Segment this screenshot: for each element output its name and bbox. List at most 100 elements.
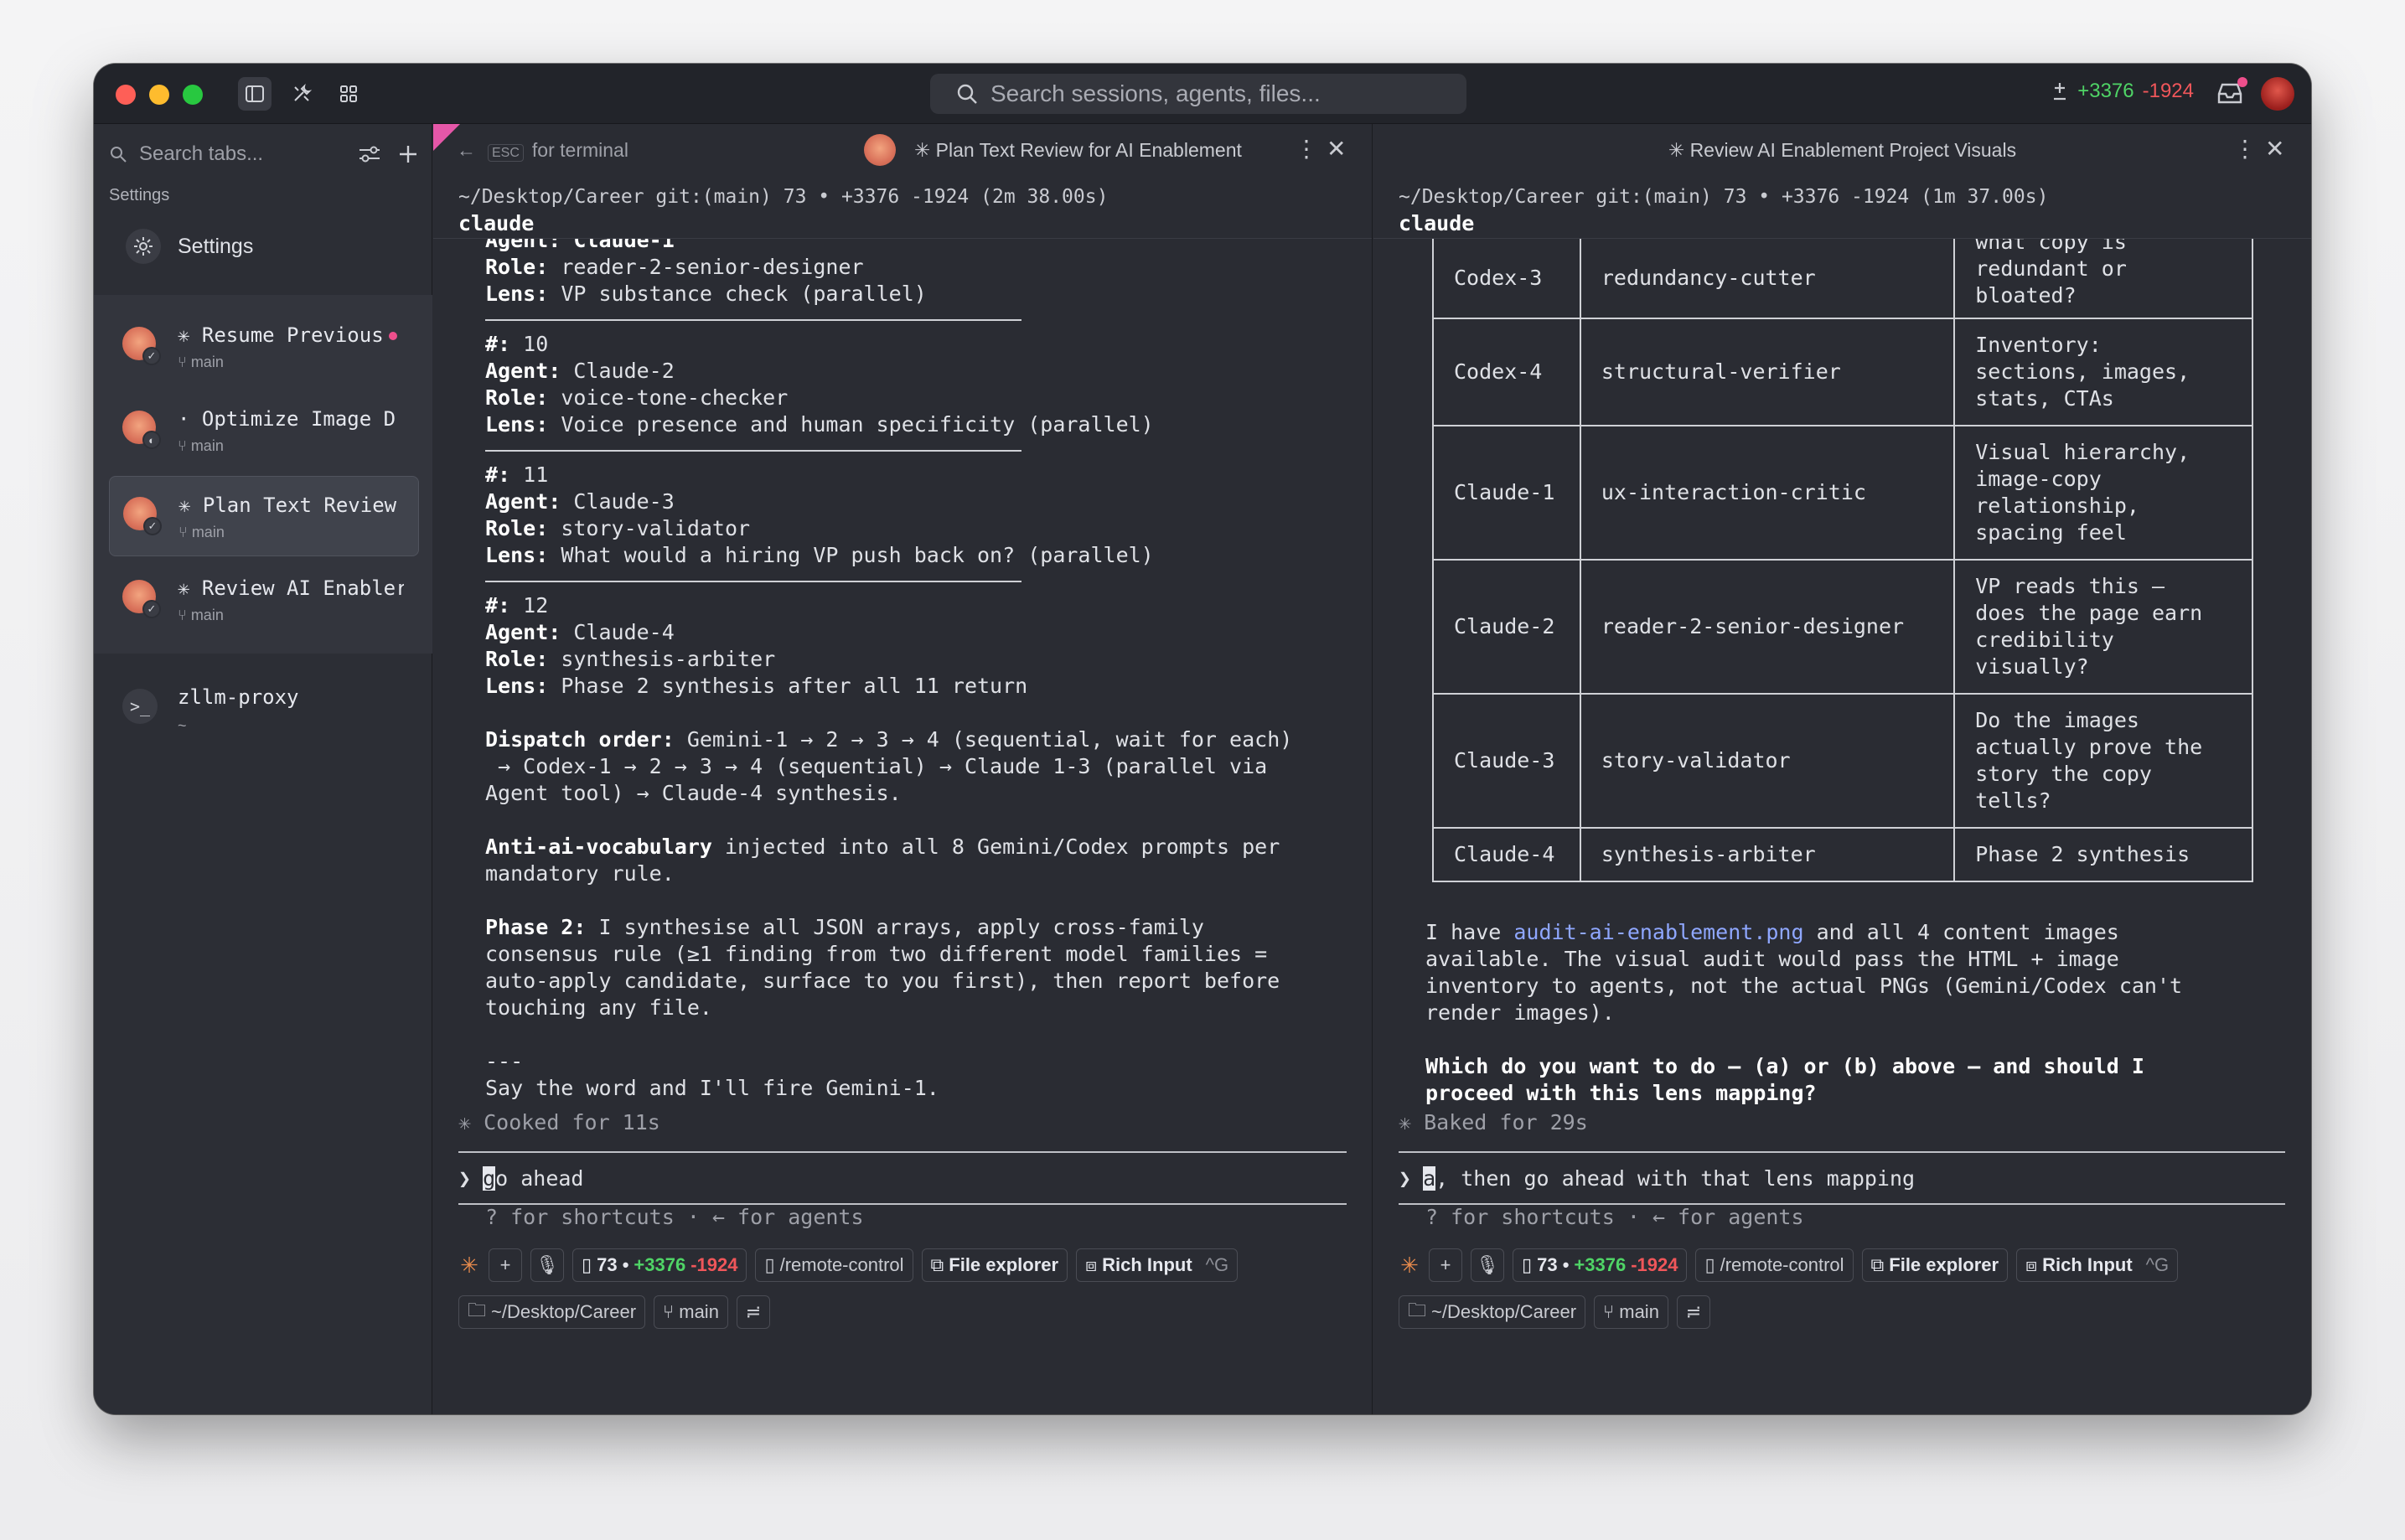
- session-item-resume-previous[interactable]: ✓ ✳ Resume Previous ⑂ main: [109, 307, 419, 387]
- mic-button[interactable]: 🎙: [530, 1248, 564, 1282]
- spark-icon: ✳: [460, 1252, 478, 1278]
- esc-key: ESC: [488, 144, 524, 162]
- summary-paragraph: I have audit-ai-enablement.png and all 4…: [1425, 919, 2182, 1107]
- directory-chip[interactable]: 🗀 ~/Desktop/Career: [1399, 1295, 1586, 1329]
- section-label: Settings: [109, 186, 170, 204]
- lens-label: Lens:: [485, 282, 549, 306]
- table-cell-lens: Visual hierarchy, image-copy relationshi…: [1953, 425, 2253, 561]
- num-label: #:: [485, 332, 511, 356]
- rich-input-button[interactable]: ⧈ Rich Input ^G: [1076, 1248, 1239, 1282]
- file-explorer-button[interactable]: ⧉ File explorer: [1861, 1248, 2009, 1282]
- num-label: #:: [485, 463, 511, 487]
- table-row: Codex-4 structural-verifier Inventory: s…: [1432, 318, 2253, 426]
- para-line-4: render images).: [1425, 1000, 1615, 1025]
- changes-chip[interactable]: ▯ 73 • +3376 -1924: [1513, 1248, 1688, 1282]
- lens-label: Lens:: [485, 674, 549, 698]
- tab-search-input[interactable]: Search tabs...: [109, 137, 419, 171]
- table-row: Claude-3 story-validator Do the images a…: [1432, 693, 2253, 829]
- minimize-window-button[interactable]: [149, 85, 169, 105]
- left-prompt-input[interactable]: ❯ g o ahead: [458, 1151, 1347, 1205]
- audit-file-link[interactable]: audit-ai-enablement.png: [1513, 920, 1803, 944]
- tools-icon[interactable]: [285, 77, 318, 111]
- num-label: #:: [485, 593, 511, 618]
- role-label: Role:: [485, 385, 549, 410]
- check-icon: ✓: [142, 347, 161, 365]
- file-explorer-label: File explorer: [1889, 1254, 1999, 1275]
- folder-icon: 🗀: [1408, 1300, 1427, 1320]
- remote-control-button[interactable]: ▯/remote-control: [755, 1248, 913, 1282]
- more-menu-icon[interactable]: ⋮: [2233, 137, 2257, 161]
- gear-icon: [126, 229, 161, 264]
- settings-toggle-button[interactable]: ≓: [1676, 1295, 1710, 1329]
- global-search-input[interactable]: Search sessions, agents, files...: [930, 74, 1466, 114]
- directory-chip[interactable]: 🗀 ~/Desktop/Career: [458, 1295, 646, 1329]
- close-pane-icon[interactable]: ✕: [1327, 137, 1346, 161]
- add-button[interactable]: +: [489, 1248, 522, 1282]
- phase2-text-3: auto-apply candidate, surface to you fir…: [485, 969, 1280, 993]
- agent-value: Claude-3: [561, 489, 675, 514]
- dispatch-text-1: Gemini-1 → 2 → 3 → 4 (sequential, wait f…: [674, 727, 1293, 752]
- session-title: · Optimize Image D: [178, 407, 396, 431]
- left-status: ✳ Cooked for 11s: [458, 1110, 660, 1134]
- right-agent-name: claude: [1399, 211, 1475, 235]
- question-line-1: Which do you want to do — (a) or (b) abo…: [1425, 1054, 2144, 1078]
- table-cell-role: redundancy-cutter: [1579, 239, 1956, 319]
- more-menu-icon[interactable]: ⋮: [1295, 137, 1318, 161]
- new-tab-icon[interactable]: [397, 143, 419, 165]
- dispatch-label: Dispatch order:: [485, 727, 675, 752]
- mic-icon: 🎙: [1476, 1254, 1499, 1275]
- rich-input-button[interactable]: ⧈ Rich Input ^G: [2016, 1248, 2179, 1282]
- prompt-text: , then go ahead with that lens mapping: [1435, 1165, 1916, 1191]
- sliders-icon: ≓: [1685, 1301, 1702, 1322]
- left-hint: ? for shortcuts · ← for agents: [485, 1205, 864, 1229]
- changes-chip[interactable]: ▯ 73 • +3376 -1924: [572, 1248, 747, 1282]
- right-context-bar: 🗀 ~/Desktop/Career ⑂ main ≓: [1399, 1295, 1710, 1329]
- grid-icon[interactable]: [332, 77, 365, 111]
- diff-summary[interactable]: +3376 -1924: [2051, 80, 2194, 103]
- file-explorer-button[interactable]: ⧉ File explorer: [921, 1248, 1068, 1282]
- session-item-optimize-image[interactable]: ◐ · Optimize Image D ⑂ main: [109, 390, 419, 471]
- right-prompt-input[interactable]: ❯ a, then go ahead with that lens mapping: [1399, 1151, 2285, 1205]
- close-window-button[interactable]: [116, 85, 136, 105]
- remote-control-button[interactable]: ▯/remote-control: [1695, 1248, 1854, 1282]
- add-button[interactable]: +: [1429, 1248, 1462, 1282]
- session-item-review-ai-enablement[interactable]: ✓ ✳ Review AI Enabler ⑂ main: [109, 560, 419, 640]
- right-toolbar: ✳ + 🎙 ▯ 73 • +3376 -1924 ▯/remote-contro…: [1399, 1248, 2179, 1282]
- horizontal-rule-text: ---: [485, 1049, 524, 1073]
- rich-input-icon: ⧈: [1085, 1254, 1098, 1275]
- session-title: ✳ Review AI Enabler: [178, 576, 404, 600]
- role-value: story-validator: [548, 516, 751, 540]
- branch-label: main: [1619, 1301, 1659, 1322]
- session-branch: main: [191, 524, 225, 540]
- left-context-bar: 🗀 ~/Desktop/Career ⑂ main ≓: [458, 1295, 770, 1329]
- close-pane-icon[interactable]: ✕: [2265, 137, 2284, 161]
- phase2-text-4: touching any file.: [485, 995, 712, 1020]
- role-label: Role:: [485, 255, 549, 279]
- partial-agent-line: Agent: Claude-1: [485, 238, 675, 252]
- user-avatar[interactable]: [2261, 77, 2294, 111]
- para-line-2: available. The visual audit would pass t…: [1425, 947, 2119, 971]
- agent-label: Agent:: [485, 489, 561, 514]
- filter-icon[interactable]: [357, 143, 382, 165]
- check-icon: ✓: [142, 600, 161, 618]
- session-avatar: ✓: [122, 580, 161, 618]
- session-avatar: ✓: [122, 327, 161, 365]
- rich-input-icon: ⧈: [2025, 1254, 2038, 1275]
- back-to-terminal[interactable]: ← ESC for terminal: [457, 139, 628, 162]
- branch-chip[interactable]: ⑂ main: [1594, 1295, 1668, 1329]
- maximize-window-button[interactable]: [183, 85, 203, 105]
- branch-chip[interactable]: ⑂ main: [654, 1295, 728, 1329]
- left-pane: ← ESC for terminal ✳ Plan Text Review for …: [433, 124, 1373, 1414]
- sidebar-toggle-icon[interactable]: [238, 77, 272, 111]
- settings-toggle-button[interactable]: ≓: [736, 1295, 770, 1329]
- agent-value: Claude-4: [561, 620, 675, 644]
- terminal-item-zllm-proxy[interactable]: >_ zllm-proxy ~: [109, 669, 419, 749]
- prompt-cursor: g: [483, 1165, 496, 1191]
- unread-dot: [388, 332, 397, 340]
- table-cell-lens: what copy is redundant or bloated?: [1953, 239, 2253, 319]
- mic-button[interactable]: 🎙: [1471, 1248, 1504, 1282]
- file-explorer-label: File explorer: [949, 1254, 1059, 1275]
- session-item-plan-text-review[interactable]: ✓ ✳ Plan Text Review ⑂ main: [109, 476, 419, 556]
- folder-icon: 🗀: [468, 1300, 487, 1320]
- sidebar-item-settings[interactable]: Settings: [109, 218, 419, 275]
